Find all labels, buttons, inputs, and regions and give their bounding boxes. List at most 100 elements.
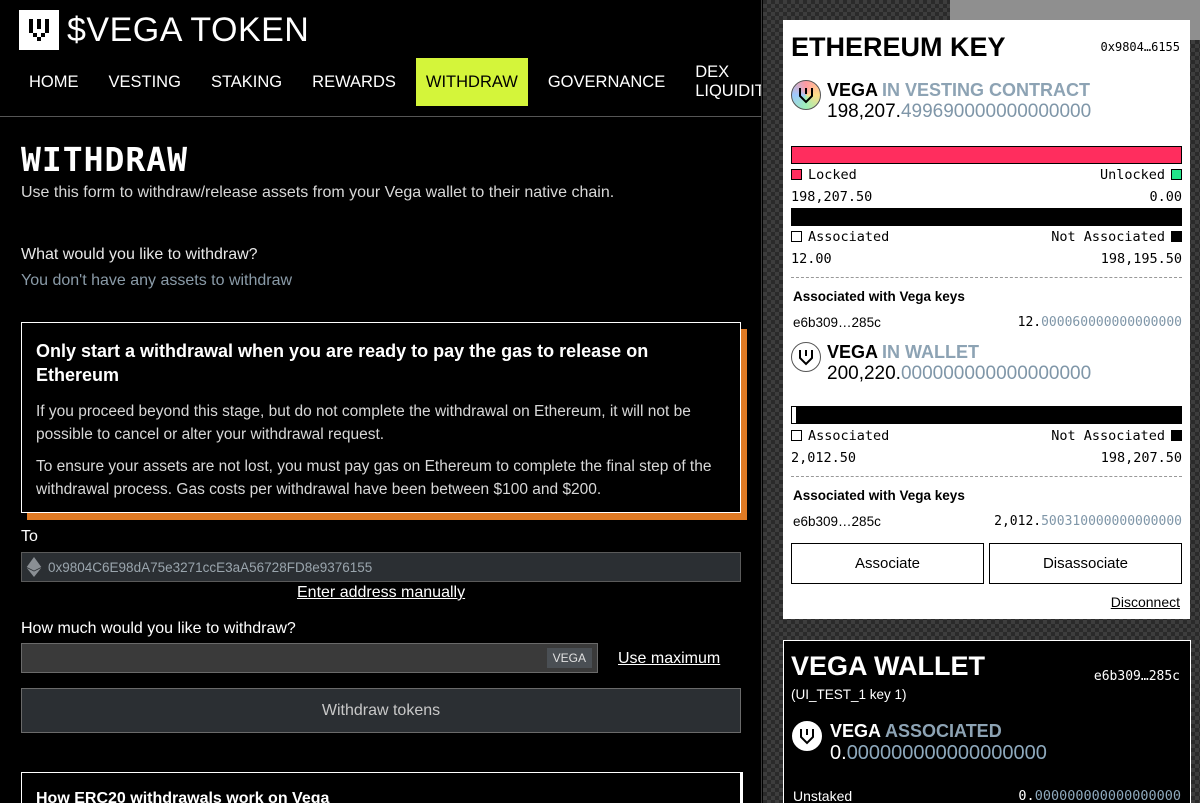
wallet-association-legend: Associated Not Associated — [791, 428, 1182, 444]
wallet-associated-fill — [792, 407, 796, 423]
amount-unit-badge: VEGA — [546, 648, 592, 668]
vega-wallet-amount-int: 0. — [830, 742, 847, 764]
wallet-not-associated-value: 198,207.50 — [1100, 450, 1182, 466]
amount-text-input[interactable] — [22, 644, 597, 672]
unstaked-label: Unstaked — [793, 788, 853, 803]
to-label: To — [21, 528, 38, 545]
no-assets-message: You don't have any assets to withdraw — [21, 272, 293, 289]
erc20-info-heading: How ERC20 withdrawals work on Vega — [36, 790, 330, 803]
nav-governance[interactable]: GOVERNANCE — [538, 58, 675, 106]
nav-home[interactable]: HOME — [19, 58, 89, 106]
unstaked-amount: 0.000000000000000000 — [1018, 788, 1181, 803]
enter-address-manually-link[interactable]: Enter address manually — [297, 584, 465, 602]
nav-staking[interactable]: STAKING — [201, 58, 292, 106]
wallet-association-bar — [791, 406, 1182, 424]
header-divider — [0, 116, 761, 117]
vega-wallet-token-status: ASSOCIATED — [885, 721, 1002, 741]
vega-wallet-amount-dec: 000000000000000000 — [846, 742, 1047, 764]
vega-wallet-token-row: VEGA ASSOCIATED 0.000000000000000000 — [792, 721, 1047, 765]
app-title: $VEGA TOKEN — [67, 10, 310, 49]
unlocked-value: 0.00 — [1149, 189, 1182, 205]
wallet-assoc-key-row: e6b309…285c 2,012.500310000000000000 — [793, 514, 1182, 529]
locked-progress-bar — [791, 146, 1182, 164]
not-associated-label: Not Associated — [1051, 229, 1165, 245]
wallet-not-associated-legend: Not Associated — [1051, 428, 1182, 444]
unlocked-label: Unlocked — [1099, 167, 1165, 183]
vega-wallet-key: e6b309…285c — [1093, 669, 1180, 684]
associated-label: Associated — [808, 229, 890, 245]
not-associated-swatch — [1171, 430, 1182, 441]
wallet-associated-legend: Associated — [791, 428, 889, 444]
vega-token-icon — [791, 342, 821, 372]
wallet-assoc-amount: 2,012.500310000000000000 — [994, 514, 1182, 529]
vega-token-icon — [791, 80, 821, 110]
vesting-assoc-key-row: e6b309…285c 12.000060000000000000 — [793, 315, 1182, 330]
disconnect-link[interactable]: Disconnect — [1111, 594, 1180, 610]
locked-legend: Locked — [791, 167, 857, 183]
vega-wallet-key-name: (UI_TEST_1 key 1) — [791, 687, 907, 702]
nav-rewards[interactable]: REWARDS — [302, 58, 406, 106]
nav-vesting[interactable]: VESTING — [99, 58, 191, 106]
wallet-token-name: VEGA — [827, 342, 879, 362]
vesting-assoc-dec: 000060000000000000 — [1041, 315, 1182, 330]
divider — [791, 476, 1182, 477]
wallet-amount-int: 200,220. — [827, 363, 901, 384]
locked-value: 198,207.50 — [791, 189, 873, 205]
vesting-assoc-keys-title: Associated with Vega keys — [793, 289, 965, 304]
wallet-amount-dec: 000000000000000000 — [900, 363, 1092, 384]
wallet-assoc-keys-title: Associated with Vega keys — [793, 488, 965, 503]
nav-dex-liquidity[interactable]: DEX LIQUIDITY — [685, 58, 761, 106]
associated-label: Associated — [808, 428, 890, 444]
vesting-associated-value: 12.00 — [791, 251, 832, 267]
vesting-assoc-amount: 12.000060000000000000 — [1018, 315, 1182, 330]
vega-logo-icon — [19, 10, 59, 50]
wallet-associated-value: 2,012.50 — [791, 450, 857, 466]
to-address-field[interactable]: 0x9804C6E98dA75e3271ccE3aA56728FD8e93761… — [21, 552, 741, 582]
divider — [791, 277, 1182, 278]
page-title: WITHDRAW — [21, 140, 188, 179]
unstaked-dec: 000000000000000000 — [1034, 788, 1181, 803]
vesting-amount: 198,207.499690000000000000 — [827, 101, 1091, 123]
vesting-not-associated-value: 198,195.50 — [1100, 251, 1182, 267]
warning-paragraph-1: If you proceed beyond this stage, but do… — [36, 403, 691, 443]
nav-withdraw[interactable]: WITHDRAW — [415, 58, 528, 106]
associate-button[interactable]: Associate — [791, 543, 984, 584]
brand[interactable]: $VEGA TOKEN — [19, 10, 309, 50]
withdraw-tokens-button[interactable]: Withdraw tokens — [21, 688, 741, 733]
gas-warning-callout: Only start a withdrawal when you are rea… — [21, 322, 741, 513]
vesting-assoc-key: e6b309…285c — [793, 315, 881, 330]
vega-wallet-card: VEGA WALLET e6b309…285c (UI_TEST_1 key 1… — [783, 640, 1191, 803]
not-associated-swatch — [1171, 231, 1182, 242]
not-associated-label: Not Associated — [1051, 428, 1165, 444]
amount-question: How much would you like to withdraw? — [21, 620, 296, 637]
main-panel: $VEGA TOKEN HOME VESTING STAKING REWARDS… — [0, 0, 762, 803]
wallet-token-row: VEGA IN WALLET 200,220.000000000000000000 — [791, 342, 1091, 385]
lock-legend: Locked Unlocked — [791, 167, 1182, 183]
warning-paragraph-2: To ensure your assets are not lost, you … — [36, 458, 712, 498]
asset-question: What would you like to withdraw? — [21, 246, 258, 263]
erc20-info-callout: How ERC20 withdrawals work on Vega — [21, 772, 743, 803]
wallet-token-status: IN WALLET — [882, 342, 980, 362]
wallet-assoc-int: 2,012. — [994, 514, 1042, 529]
unstaked-row: Unstaked 0.000000000000000000 — [793, 788, 1181, 803]
wallet-amount: 200,220.000000000000000000 — [827, 363, 1091, 385]
locked-swatch — [791, 169, 802, 180]
vesting-amount-int: 198,207. — [827, 101, 901, 122]
wallet-assoc-key: e6b309…285c — [793, 514, 881, 529]
page-description: Use this form to withdraw/release assets… — [21, 184, 615, 201]
vesting-association-legend: Associated Not Associated — [791, 229, 1182, 245]
use-maximum-link[interactable]: Use maximum — [618, 650, 720, 668]
to-address-value: 0x9804C6E98dA75e3271ccE3aA56728FD8e93761… — [48, 559, 373, 575]
amount-input[interactable]: VEGA — [21, 643, 598, 673]
disassociate-button[interactable]: Disassociate — [989, 543, 1182, 584]
ethereum-key-card: ETHEREUM KEY 0x9804…6155 VEGA IN VESTING … — [783, 20, 1190, 619]
vega-wallet-token-name: VEGA — [830, 721, 882, 741]
lock-values: 198,207.50 0.00 — [791, 189, 1182, 205]
warning-heading: Only start a withdrawal when you are rea… — [36, 341, 649, 385]
vesting-amount-dec: 499690000000000000 — [900, 101, 1092, 122]
vega-wallet-amount: 0.000000000000000000 — [830, 742, 1047, 765]
vesting-association-bar — [791, 208, 1182, 226]
ethereum-key-address: 0x9804…6155 — [1100, 40, 1180, 54]
wallet-sidebar: ETHEREUM KEY 0x9804…6155 VEGA IN VESTING … — [763, 0, 1200, 803]
vega-token-icon — [792, 721, 822, 751]
